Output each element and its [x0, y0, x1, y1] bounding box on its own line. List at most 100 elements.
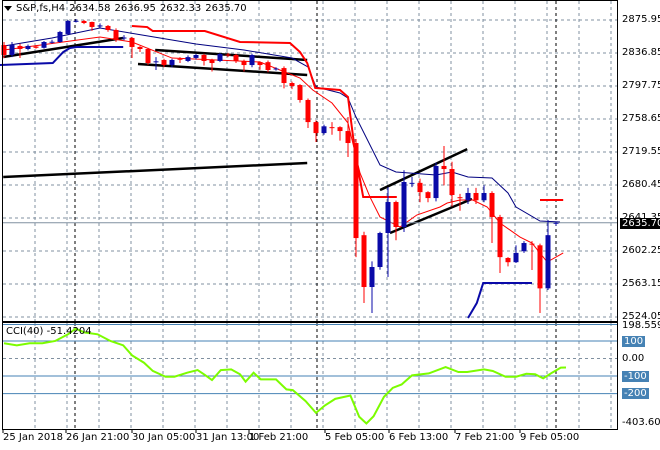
- bull-candle: [25, 45, 31, 49]
- price-tick-label: 2836.85: [622, 47, 660, 58]
- bear-candle: [257, 62, 263, 66]
- ohlc-high: 2636.95: [114, 3, 156, 14]
- bull-candle: [193, 54, 199, 58]
- bull-candle: [513, 252, 519, 263]
- chart-header: S&P,fs,H4 2634.58 2636.95 2632.33 2635.70: [4, 3, 251, 14]
- cci-level-minus100: -100: [622, 371, 649, 382]
- price-tick-label: 2758.65: [622, 113, 660, 124]
- time-tick-label: 30 Jan 05:00: [132, 432, 196, 443]
- bear-candle: [393, 202, 399, 228]
- lower-band-line: [0, 45, 124, 67]
- bull-candle: [169, 59, 175, 66]
- bear-candle: [457, 197, 463, 199]
- bear-candle: [417, 182, 423, 193]
- bear-candle: [345, 131, 351, 144]
- trendline: [3, 161, 308, 179]
- bull-candle: [481, 192, 487, 201]
- time-tick-label: 26 Jan 21:00: [66, 432, 130, 443]
- bear-candle: [105, 25, 111, 31]
- cci-level-minus200: -200: [622, 388, 649, 399]
- bull-candle: [73, 20, 79, 22]
- price-tick-label: 2563.15: [622, 278, 660, 289]
- bear-candle: [209, 59, 215, 64]
- price-tick-label: 2680.45: [622, 179, 660, 190]
- bear-candle: [425, 192, 431, 199]
- bear-candle: [241, 60, 247, 66]
- bear-candle: [137, 46, 143, 49]
- grid: [3, 1, 617, 429]
- price-tick-label: 2719.55: [622, 146, 660, 157]
- bull-candle: [65, 20, 71, 34]
- lower-band-2-line: [467, 282, 532, 319]
- bear-candle: [449, 169, 455, 196]
- bear-candle: [441, 165, 447, 170]
- bull-candle: [321, 126, 327, 134]
- time-tick-label: 9 Feb 05:00: [520, 432, 580, 443]
- bear-candle: [489, 192, 495, 217]
- bear-candle: [33, 46, 39, 48]
- bear-candle: [537, 245, 543, 289]
- bull-candle: [153, 61, 159, 63]
- ohlc-low: 2632.33: [159, 3, 202, 14]
- bull-candle: [369, 267, 375, 288]
- bear-candle: [313, 122, 319, 134]
- bear-candle: [225, 54, 231, 56]
- current-price-badge: 2635.70: [620, 218, 660, 229]
- bear-candle: [329, 127, 335, 129]
- ohlc-close: 2635.70: [205, 3, 247, 14]
- bear-candle: [281, 68, 287, 84]
- cci-label: CCI(40) -51.4204: [6, 326, 92, 337]
- bull-candle: [401, 182, 407, 228]
- symbol-label: S&P,fs,H4: [16, 3, 66, 14]
- bear-candle: [177, 58, 183, 60]
- bear-candle: [81, 20, 87, 23]
- bull-candle: [553, 222, 559, 224]
- price-tick-label: 2602.25: [622, 245, 660, 256]
- bull-candle: [385, 202, 391, 233]
- bull-candle: [273, 68, 279, 70]
- time-tick-label: 5 Feb 05:00: [325, 432, 385, 443]
- candles: [1, 19, 559, 314]
- bear-candle: [361, 235, 367, 288]
- chart-canvas[interactable]: [0, 0, 660, 450]
- panel-frames: [2, 0, 618, 433]
- bull-candle: [377, 232, 383, 268]
- menu-triangle-icon[interactable]: [4, 5, 12, 11]
- bear-candle: [233, 54, 239, 61]
- bull-candle: [465, 192, 471, 201]
- bear-candle: [497, 216, 503, 258]
- bear-candle: [305, 99, 311, 123]
- ohlc-open: 2634.58: [69, 3, 111, 14]
- time-tick-label: 25 Jan 2018: [3, 432, 63, 443]
- cci-max-label: 198.5593: [622, 320, 660, 331]
- time-tick-label: 1 Feb 21:00: [249, 432, 309, 443]
- time-tick-label: 7 Feb 21:00: [455, 432, 515, 443]
- bull-candle: [217, 53, 223, 61]
- bear-candle: [353, 143, 359, 239]
- bull-candle: [185, 57, 191, 61]
- cci-level-0: 0.00: [622, 353, 645, 364]
- price-tick-label: 2875.95: [622, 14, 660, 25]
- bear-candle: [129, 37, 135, 47]
- bull-candle: [249, 54, 255, 66]
- bear-candle: [145, 48, 151, 64]
- price-panel-frame: [2, 0, 618, 322]
- bull-candle: [41, 41, 47, 48]
- bear-candle: [201, 54, 207, 61]
- bull-candle: [433, 165, 439, 199]
- cci-level-100: 100: [622, 336, 646, 347]
- bull-candle: [409, 182, 415, 184]
- bear-candle: [17, 45, 23, 49]
- bear-candle: [505, 257, 511, 263]
- bull-candle: [121, 37, 127, 39]
- bear-candle: [529, 243, 535, 245]
- bear-candle: [113, 30, 119, 40]
- bull-candle: [97, 25, 103, 27]
- bear-candle: [161, 59, 167, 66]
- time-tick-label: 6 Feb 13:00: [389, 432, 449, 443]
- bear-candle: [337, 127, 343, 132]
- bear-candle: [89, 21, 95, 27]
- cci-indicator: [3, 324, 617, 425]
- bull-candle: [521, 243, 527, 252]
- bull-candle: [9, 45, 15, 55]
